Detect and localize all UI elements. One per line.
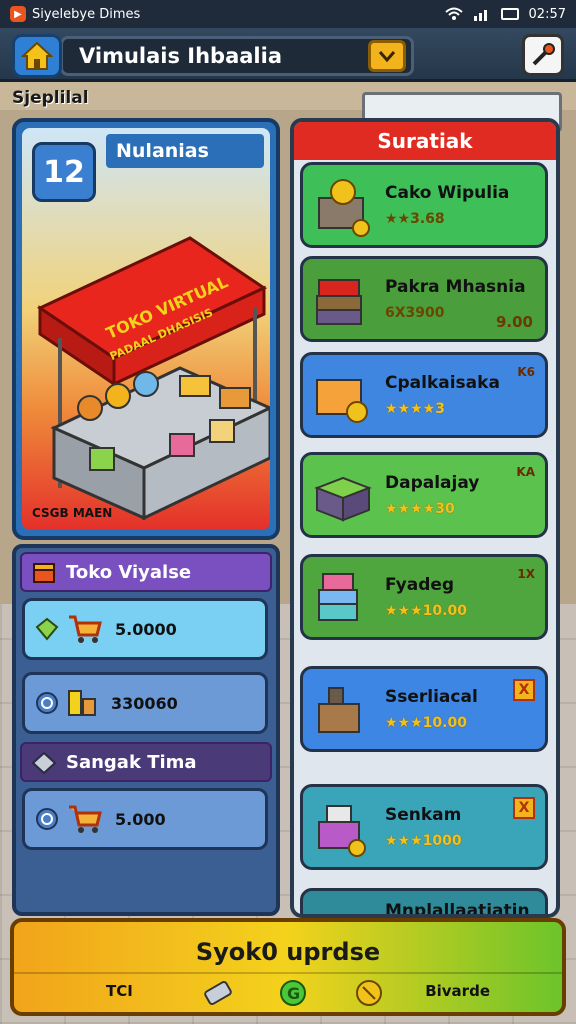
home-icon (21, 41, 53, 70)
promo-inner: 12 Nulanias TOKO VIRTUAL PADAAL DHASISIS (22, 128, 270, 530)
bar-left-label: TCI (106, 982, 133, 1000)
item-price: ★★★★3 (385, 401, 500, 417)
shop-item-card[interactable]: Cako Wipulia ★★3.68 (300, 162, 548, 248)
item-corner-tag: KA (516, 465, 535, 479)
item-price: ★★3.68 (385, 211, 445, 227)
top-header: Vimulais Ihbaalia (0, 28, 576, 82)
stats-subheader: Sangak Tima (20, 742, 272, 782)
stat-row[interactable]: 5.0000 (22, 598, 268, 660)
shop-item-card[interactable]: Pakra Mhasnia 6X3900 9.00 (300, 256, 548, 342)
stat-row[interactable]: 330060 (22, 672, 268, 734)
shop-item-card[interactable]: Dapalajay ★★★★30 KA (300, 452, 548, 538)
upgrade-bar[interactable]: Syok0 uprdse TCI G Bivarde (10, 918, 566, 1016)
item-extra: 9.00 (495, 313, 533, 331)
list-header: Suratiak (294, 122, 556, 160)
promo-footer: CSGB MAEN (32, 506, 113, 520)
box-icon (33, 563, 55, 583)
battery-icon (500, 8, 519, 20)
item-corner-tag: 1X (517, 567, 535, 581)
chevron-down-icon (378, 51, 396, 63)
item-price: ★★★1000 (385, 833, 462, 849)
section-label: Sjeplilal (12, 88, 89, 108)
app-icon: ▶ (10, 6, 26, 22)
diamond-icon (32, 752, 56, 774)
chest-icon (309, 896, 379, 918)
item-close-icon[interactable]: X (513, 797, 535, 819)
coin-chest-icon (318, 179, 370, 237)
shop-item-card[interactable]: Senkam ★★★1000 X (300, 784, 548, 870)
stat-value: 330060 (111, 693, 178, 713)
wooden-crate-icon (318, 687, 360, 733)
item-price: ★★★★30 (385, 501, 479, 517)
item-price: ★★★10.00 (385, 715, 478, 731)
item-price: ★★★10.00 (385, 603, 467, 619)
stat-value: 5.0000 (115, 619, 177, 639)
status-time: 02:57 (528, 6, 566, 22)
gift-stack-icon (318, 573, 358, 621)
item-name: Dapalajay (385, 473, 480, 493)
shop-item-card[interactable]: Mnplallaatiatin (300, 888, 548, 918)
item-name: Pakra Mhasnia (385, 277, 526, 297)
item-name: Mnplallaatiatin (385, 901, 530, 918)
svg-text:G: G (287, 984, 300, 1003)
gold-coin-icon[interactable] (354, 978, 384, 1008)
crate-stack-icon (316, 279, 362, 325)
box-coin-icon (316, 379, 368, 423)
item-price-text: ★★★10.00 (385, 603, 467, 619)
upgrade-bar-strip: TCI G Bivarde (14, 972, 562, 1012)
build-icon (532, 43, 555, 66)
item-name: Cpalkaisaka (385, 373, 500, 393)
item-name: Senkam (385, 805, 462, 825)
coin-icon (36, 808, 58, 830)
promo-heading: Nulanias (106, 134, 264, 168)
bar-right-label: Bivarde (425, 982, 490, 1000)
stats-subheader-label: Sangak Tima (66, 751, 197, 773)
stat-value: 5.000 (115, 809, 166, 829)
stats-header-label: Toko Viyalse (66, 561, 192, 583)
page-title: Vimulais Ihbaalia (79, 44, 282, 68)
item-name: Cako Wipulia (385, 183, 510, 203)
wifi-icon (444, 7, 463, 20)
gem-icon (35, 617, 59, 641)
market-stall-illustration: TOKO VIRTUAL PADAAL DHASISIS (36, 236, 270, 521)
upgrade-button-label: Syok0 uprdse (195, 938, 381, 966)
shop-item-card[interactable]: Fyadeg ★★★10.00 1X (300, 554, 548, 640)
item-close-icon[interactable]: X (513, 679, 535, 701)
shop-promo-card[interactable]: 12 Nulanias TOKO VIRTUAL PADAAL DHASISIS (12, 118, 280, 540)
item-corner-tag: K6 (517, 365, 535, 379)
shop-item-card[interactable]: Cpalkaisaka ★★★★3 K6 (300, 352, 548, 438)
shop-item-card[interactable]: Sserliacal ★★★10.00 X (300, 666, 548, 752)
shopping-cart-icon (69, 805, 102, 833)
g-coin-icon[interactable]: G (278, 978, 308, 1008)
item-price-text: ★★★10.00 (385, 715, 467, 731)
signal-icon (473, 10, 487, 21)
item-price-text: ★★★★30 (385, 501, 455, 517)
shopping-cart-icon (69, 615, 102, 643)
stats-header: Toko Viyalse (20, 552, 272, 592)
stat-row[interactable]: 5.000 (22, 788, 268, 850)
page-title-pill: Vimulais Ihbaalia (60, 36, 414, 76)
purple-box-icon (318, 805, 366, 857)
dropdown-button[interactable] (368, 40, 406, 72)
eraser-icon[interactable] (202, 978, 234, 1008)
build-button[interactable] (522, 34, 564, 76)
item-price-text: ★★★1000 (385, 833, 462, 849)
home-button[interactable] (12, 34, 62, 78)
item-name: Fyadeg (385, 575, 455, 595)
status-app-name: Siyelebye Dimes (32, 6, 141, 22)
status-bar: ▶ Siyelebye Dimes 02:57 (0, 0, 576, 28)
coin-icon (36, 692, 58, 714)
shop-items-list: Suratiak Cako Wipulia ★★3.68 Pakra Mhasn… (290, 118, 560, 918)
goods-stack-icon (68, 690, 96, 716)
item-name: Sserliacal (385, 687, 478, 707)
green-crate-icon (314, 476, 372, 522)
shop-stats-panel: Toko Viyalse 5.0000 330060 Sangak Tima 5… (12, 544, 280, 916)
item-price-text: ★★★★3 (385, 401, 445, 417)
